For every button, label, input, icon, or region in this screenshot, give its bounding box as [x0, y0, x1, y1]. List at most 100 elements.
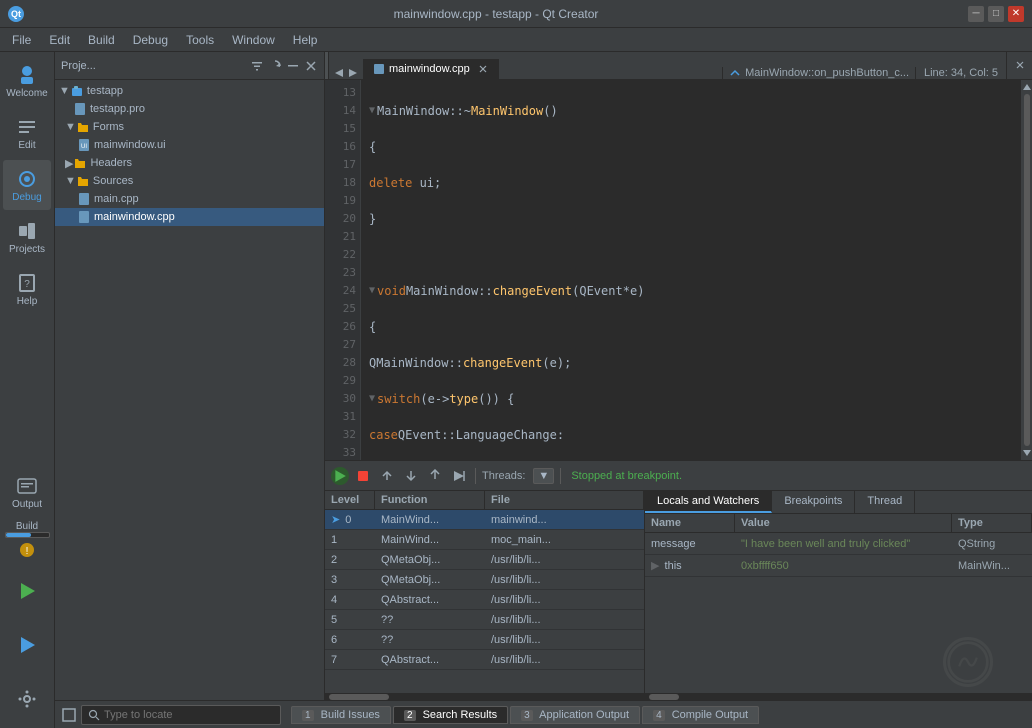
sidebar-item-projects[interactable]: Projects: [3, 212, 51, 262]
minimize-button[interactable]: ─: [968, 6, 984, 22]
locals-row-this[interactable]: ▶ this 0xbffff650 MainWin...: [645, 555, 1032, 577]
status-tab-build[interactable]: 1 Build Issues: [291, 706, 391, 724]
tree-item-headers[interactable]: ▶ Headers: [55, 154, 324, 172]
window-title: mainwindow.cpp - testapp - Qt Creator: [24, 7, 968, 21]
forward-icon[interactable]: [347, 67, 359, 79]
stack-cell-func-1: MainWind...: [375, 532, 485, 548]
sidebar-item-output[interactable]: Output: [3, 467, 51, 517]
status-tab-4-num: 4: [653, 710, 665, 721]
status-tab-appoutput[interactable]: 3 Application Output: [510, 706, 640, 724]
locals-tab-locals[interactable]: Locals and Watchers: [645, 491, 772, 513]
locals-cell-value-message: "I have been well and truly clicked": [735, 536, 952, 552]
stack-row-0[interactable]: ➤ 0 MainWind... mainwind...: [325, 510, 644, 530]
status-tab-search[interactable]: 2 Search Results: [393, 706, 508, 724]
tree-item-sources[interactable]: ▼ Sources: [55, 172, 324, 190]
editor-scrollbar[interactable]: [1020, 80, 1032, 460]
status-tab-1-num: 1: [302, 710, 314, 721]
stack-cell-func-2: QMetaObj...: [375, 552, 485, 568]
collapse-icon[interactable]: [286, 59, 300, 73]
sidebar-item-help[interactable]: ? Help: [3, 264, 51, 314]
sidebar-item-welcome-label: Welcome: [6, 88, 48, 99]
debug-run-button[interactable]: [3, 620, 51, 670]
settings-button[interactable]: [3, 674, 51, 724]
scroll-up-icon[interactable]: [1022, 82, 1032, 92]
editor-tab-mainwindowcpp[interactable]: mainwindow.cpp: [363, 59, 499, 79]
code-line-21: ▼ switch (e->type()) {: [369, 390, 1012, 408]
code-line-15: delete ui;: [369, 174, 1012, 192]
debug-continue-button[interactable]: [331, 467, 349, 485]
locals-row-message[interactable]: message "I have been well and truly clic…: [645, 533, 1032, 555]
status-tab-2-num: 2: [404, 710, 416, 721]
split-area: Proje... ▼ testapp: [55, 52, 1032, 700]
menu-window[interactable]: Window: [224, 31, 283, 49]
menu-help[interactable]: Help: [285, 31, 326, 49]
tree-item-maincpp[interactable]: main.cpp: [55, 190, 324, 208]
locals-cell-name-this: ▶ this: [645, 557, 735, 574]
stack-row-1[interactable]: 1 MainWind... moc_main...: [325, 530, 644, 550]
stack-row-4[interactable]: 4 QAbstract... /usr/lib/li...: [325, 590, 644, 610]
threads-dropdown[interactable]: ▼: [533, 468, 554, 484]
threads-dropdown-label: ▼: [538, 470, 549, 482]
filter-icon[interactable]: [250, 59, 264, 73]
menu-edit[interactable]: Edit: [41, 31, 78, 49]
status-search-box[interactable]: [81, 705, 281, 725]
menu-build[interactable]: Build: [80, 31, 123, 49]
code-content[interactable]: ▼MainWindow::~MainWindow() { delete ui; …: [361, 80, 1020, 460]
sidebar-item-welcome[interactable]: Welcome: [3, 56, 51, 106]
tree-item-testapppro[interactable]: testapp.pro: [55, 100, 324, 118]
menu-file[interactable]: File: [4, 31, 39, 49]
close-editor-btn[interactable]: [1006, 52, 1032, 79]
editor-tabs: mainwindow.cpp MainWindow::on_pushButton…: [325, 52, 1032, 80]
stack-row-2[interactable]: 2 QMetaObj... /usr/lib/li...: [325, 550, 644, 570]
sync-icon[interactable]: [268, 59, 282, 73]
debug-run-to-cursor-button[interactable]: [449, 466, 469, 486]
stack-cell-level-7: 7: [325, 652, 375, 668]
stack-row-3[interactable]: 3 QMetaObj... /usr/lib/li...: [325, 570, 644, 590]
stack-cell-func-3: QMetaObj...: [375, 572, 485, 588]
debug-step-out-button[interactable]: [425, 466, 445, 486]
debug-stop-button[interactable]: [353, 466, 373, 486]
run-button[interactable]: [3, 566, 51, 616]
menu-tools[interactable]: Tools: [178, 31, 222, 49]
status-tab-3-num: 3: [521, 710, 533, 721]
scroll-down-icon[interactable]: [1022, 448, 1032, 458]
sidebar: Welcome Edit Debug Projects ?: [0, 52, 55, 728]
status-tab-compile[interactable]: 4 Compile Output: [642, 706, 759, 724]
search-input[interactable]: [104, 709, 254, 721]
stack-row-7[interactable]: 7 QAbstract... /usr/lib/li...: [325, 650, 644, 670]
sidebar-item-debug[interactable]: Debug: [3, 160, 51, 210]
close-tab-icon[interactable]: [478, 64, 488, 74]
close-filetree-icon[interactable]: [304, 59, 318, 73]
locals-tab-thread[interactable]: Thread: [855, 491, 915, 513]
stack-hscrollbar[interactable]: [325, 692, 644, 700]
scrollbar-thumb[interactable]: [1024, 94, 1030, 446]
tree-item-mainwindowui-label: mainwindow.ui: [94, 139, 166, 151]
close-button[interactable]: ✕: [1008, 6, 1024, 22]
maximize-button[interactable]: □: [988, 6, 1004, 22]
function-path: MainWindow::on_pushButton_c...: [745, 67, 909, 79]
locals-tab-breakpoints[interactable]: Breakpoints: [772, 491, 855, 513]
debug-icon: [16, 168, 38, 190]
sidebar-item-edit[interactable]: Edit: [3, 108, 51, 158]
tree-item-mainwindowui[interactable]: UI mainwindow.ui: [55, 136, 324, 154]
locals-hscrollbar[interactable]: [645, 692, 1032, 700]
back-icon[interactable]: [333, 67, 345, 79]
stack-row-5[interactable]: 5 ?? /usr/lib/li...: [325, 610, 644, 630]
tree-item-mainwindowcpp[interactable]: mainwindow.cpp: [55, 208, 324, 226]
menubar: File Edit Build Debug Tools Window Help: [0, 28, 1032, 52]
stack-cell-level-4: 4: [325, 592, 375, 608]
tree-item-forms[interactable]: ▼ Forms: [55, 118, 324, 136]
debug-run-icon: [16, 634, 38, 656]
menu-debug[interactable]: Debug: [125, 31, 176, 49]
editor-location: Line: 34, Col: 5: [924, 67, 998, 79]
debug-step-over-button[interactable]: [377, 466, 397, 486]
debug-step-into-button[interactable]: [401, 466, 421, 486]
tree-item-testapp[interactable]: ▼ testapp: [55, 82, 324, 100]
stack-hscrollbar-thumb[interactable]: [329, 694, 389, 700]
stack-col-file: File: [485, 491, 644, 509]
locals-tabs: Locals and Watchers Breakpoints Thread: [645, 491, 1032, 514]
stack-row-6[interactable]: 6 ?? /usr/lib/li...: [325, 630, 644, 650]
pro-file-icon: [73, 102, 87, 116]
locals-hscrollbar-thumb[interactable]: [649, 694, 679, 700]
code-line-22: case QEvent::LanguageChange:: [369, 426, 1012, 444]
